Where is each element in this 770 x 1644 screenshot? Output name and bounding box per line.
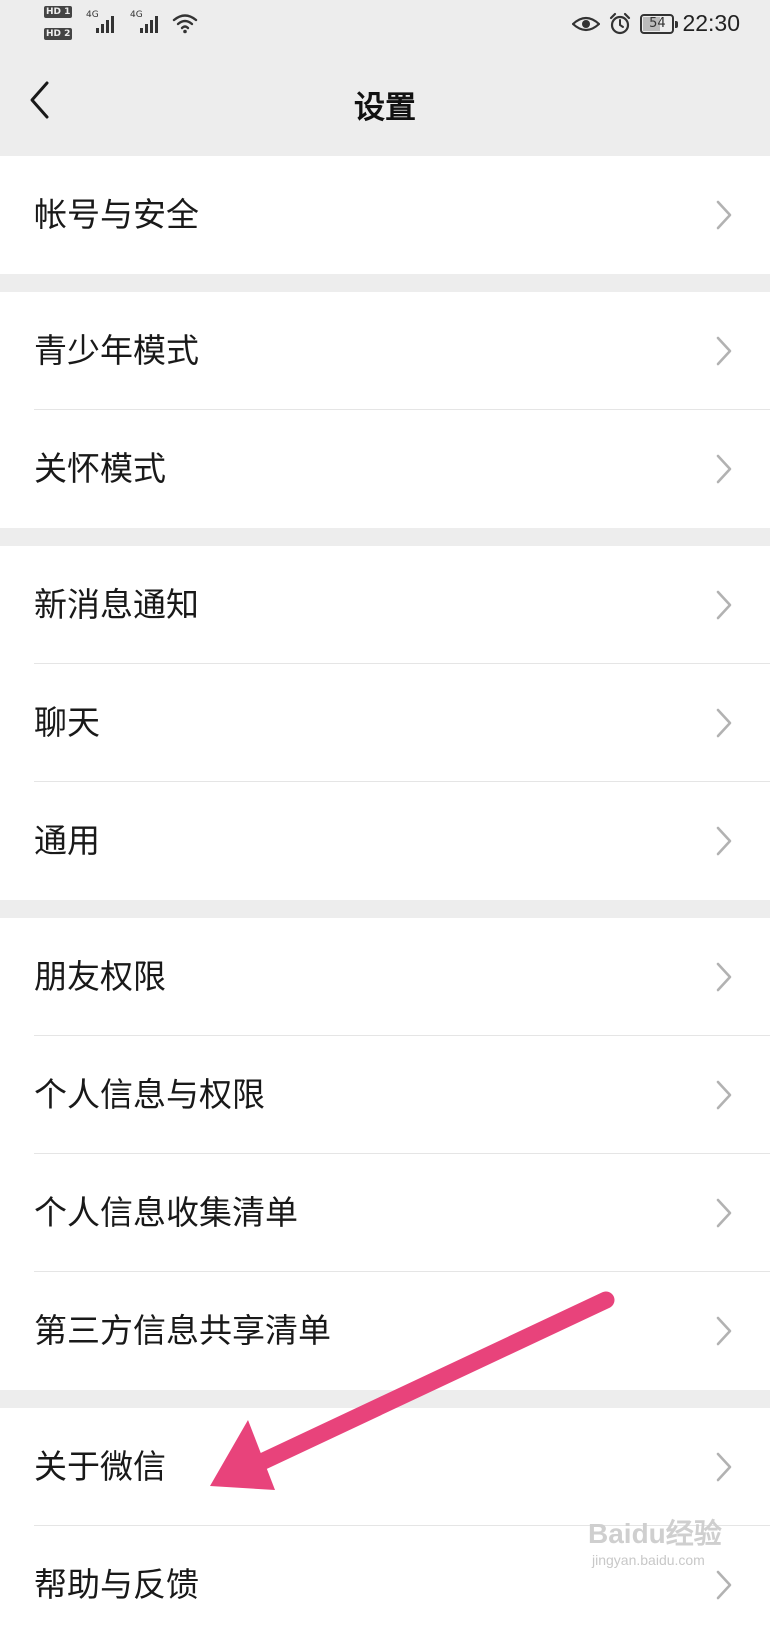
chevron-right-icon [716,826,732,856]
settings-item[interactable]: 新消息通知 [0,546,770,664]
chevron-right-icon [716,1452,732,1482]
settings-item[interactable]: 第三方信息共享清单 [0,1272,770,1390]
status-time: 22:30 [682,10,740,36]
alarm-icon [610,12,631,34]
settings-item-label: 个人信息与权限 [34,1075,265,1114]
settings-item-label: 关怀模式 [34,449,166,488]
settings-item-label: 第三方信息共享清单 [34,1311,331,1350]
chevron-right-icon [716,454,732,484]
settings-item[interactable]: 通用 [0,782,770,900]
baidu-watermark: Baidu经验 jingyan.baidu.com [588,1512,722,1568]
settings-item-label: 青少年模式 [34,331,199,370]
chevron-right-icon [716,1316,732,1346]
chevron-right-icon [716,336,732,366]
signal2-icon [140,16,158,33]
settings-item-label: 帮助与反馈 [34,1565,199,1604]
settings-item[interactable]: 个人信息与权限 [0,1036,770,1154]
settings-item[interactable]: 关怀模式 [0,410,770,528]
settings-item[interactable]: 关于微信 [0,1408,770,1526]
sim2-indicator: HD 2 [44,28,73,40]
settings-item-label: 朋友权限 [34,957,166,996]
watermark-brand: Baidu经验 [588,1518,722,1549]
eye-icon [572,16,601,31]
settings-item[interactable]: 朋友权限 [0,918,770,1036]
settings-item[interactable]: 青少年模式 [0,292,770,410]
chevron-right-icon [716,200,732,230]
navigation-bar: 设置 [0,50,770,154]
settings-item[interactable]: 帐号与安全 [0,156,770,274]
page-title: 设置 [354,90,416,126]
wifi-icon [172,14,198,34]
settings-item[interactable]: 聊天 [0,664,770,782]
settings-item-label: 通用 [34,821,100,860]
signal1-icon [96,16,114,33]
chevron-right-icon [716,590,732,620]
chevron-right-icon [716,1080,732,1110]
chevron-right-icon [716,1198,732,1228]
chevron-right-icon [716,708,732,738]
settings-item-label: 聊天 [34,703,100,742]
settings-item-label: 新消息通知 [34,585,199,624]
status-bar: HD 1 HD 2 4G 4G 54 22:30 [0,0,770,50]
chevron-right-icon [716,962,732,992]
settings-item[interactable]: 个人信息收集清单 [0,1154,770,1272]
settings-item-label: 个人信息收集清单 [34,1193,298,1232]
settings-item-label: 关于微信 [34,1447,166,1486]
chevron-right-icon [716,1570,732,1600]
battery-icon: 54 [640,13,679,34]
sim1-indicator: HD 1 [44,6,73,18]
watermark-url: jingyan.baidu.com [592,1552,705,1568]
settings-item-label: 帐号与安全 [34,195,199,234]
status-right: 54 22:30 [572,10,740,37]
